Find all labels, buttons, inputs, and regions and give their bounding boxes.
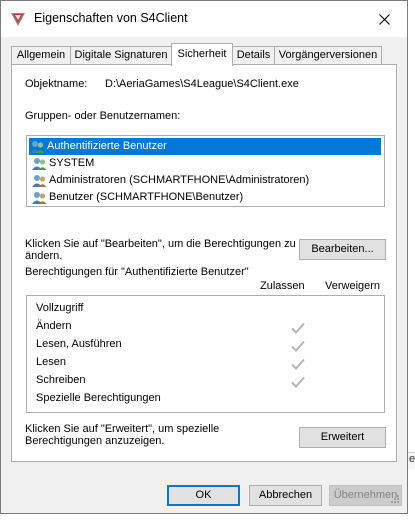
- tab-sicherheit[interactable]: Sicherheit: [171, 43, 233, 66]
- properties-dialog: Eigenschaften von S4Client Allgemein Dig…: [0, 0, 408, 514]
- group-item-users[interactable]: Benutzer (SCHMARTFHONE\Benutzer): [31, 189, 245, 206]
- group-item-label: Administratoren (SCHMARTFHONE\Administra…: [49, 174, 310, 186]
- users-icon: [32, 157, 47, 170]
- permissions-for-label: Berechtigungen für "Authentifizierte Ben…: [25, 266, 249, 278]
- app-icon: [11, 13, 25, 26]
- title-bar[interactable]: Eigenschaften von S4Client: [1, 1, 407, 37]
- permission-name: Lesen: [36, 356, 66, 368]
- users-icon: [32, 174, 47, 187]
- permission-name: Vollzugriff: [36, 302, 84, 314]
- cancel-button[interactable]: Abbrechen: [249, 485, 322, 506]
- group-item-authenticated-users[interactable]: Authentifizierte Benutzer: [29, 138, 381, 155]
- close-button[interactable]: [361, 1, 407, 37]
- permissions-list[interactable]: Vollzugriff Ändern Lesen, Ausführen Lese…: [26, 295, 385, 413]
- advanced-hint-line2: Berechtigungen anzuzeigen.: [25, 435, 165, 447]
- deny-column-header: Verweigern: [325, 280, 381, 292]
- group-item-label: Authentifizierte Benutzer: [46, 138, 169, 155]
- ok-button[interactable]: OK: [167, 485, 240, 506]
- security-panel: Objektname: D:\AeriaGames\S4League\S4Cli…: [11, 64, 397, 462]
- background-window-text: e: [409, 453, 415, 465]
- group-item-label: Benutzer (SCHMARTFHONE\Benutzer): [49, 191, 244, 203]
- object-name-value: D:\AeriaGames\S4League\S4Client.exe: [105, 78, 299, 90]
- group-item-administrators[interactable]: Administratoren (SCHMARTFHONE\Administra…: [31, 172, 311, 189]
- check-icon: [291, 322, 305, 334]
- tab-vorgaengerversionen[interactable]: Vorgängerversionen: [274, 46, 382, 64]
- permission-name: Spezielle Berechtigungen: [36, 392, 161, 404]
- group-item-label: SYSTEM: [49, 157, 95, 169]
- check-icon: [291, 340, 305, 352]
- object-name-label: Objektname:: [25, 78, 88, 90]
- users-icon: [30, 140, 45, 153]
- advanced-hint-line1: Klicken Sie auf "Erweitert", um speziell…: [25, 423, 220, 435]
- group-item-system[interactable]: SYSTEM: [31, 155, 96, 172]
- advanced-button[interactable]: Erweitert: [299, 427, 386, 448]
- edit-button[interactable]: Bearbeiten...: [299, 239, 386, 260]
- resize-grip-icon[interactable]: [388, 494, 400, 506]
- allow-column-header: Zulassen: [260, 280, 305, 292]
- check-icon: [291, 376, 305, 388]
- permission-name: Ändern: [36, 320, 72, 332]
- tab-details[interactable]: Details: [232, 46, 275, 64]
- edit-hint-line2: ändern.: [25, 250, 63, 262]
- edit-hint-line1: Klicken Sie auf "Bearbeiten", um die Ber…: [25, 238, 296, 250]
- window-title: Eigenschaften von S4Client: [34, 11, 188, 25]
- permission-name: Schreiben: [36, 374, 86, 386]
- close-icon: [378, 13, 390, 25]
- permission-name: Lesen, Ausführen: [36, 338, 122, 350]
- tab-allgemein[interactable]: Allgemein: [11, 46, 71, 64]
- groups-label: Gruppen- oder Benutzernamen:: [25, 110, 181, 122]
- users-icon: [32, 191, 47, 204]
- check-icon: [291, 358, 305, 370]
- tab-digitale-signaturen[interactable]: Digitale Signaturen: [70, 46, 172, 64]
- groups-listbox[interactable]: Authentifizierte Benutzer SYSTEM Adminis…: [26, 135, 385, 207]
